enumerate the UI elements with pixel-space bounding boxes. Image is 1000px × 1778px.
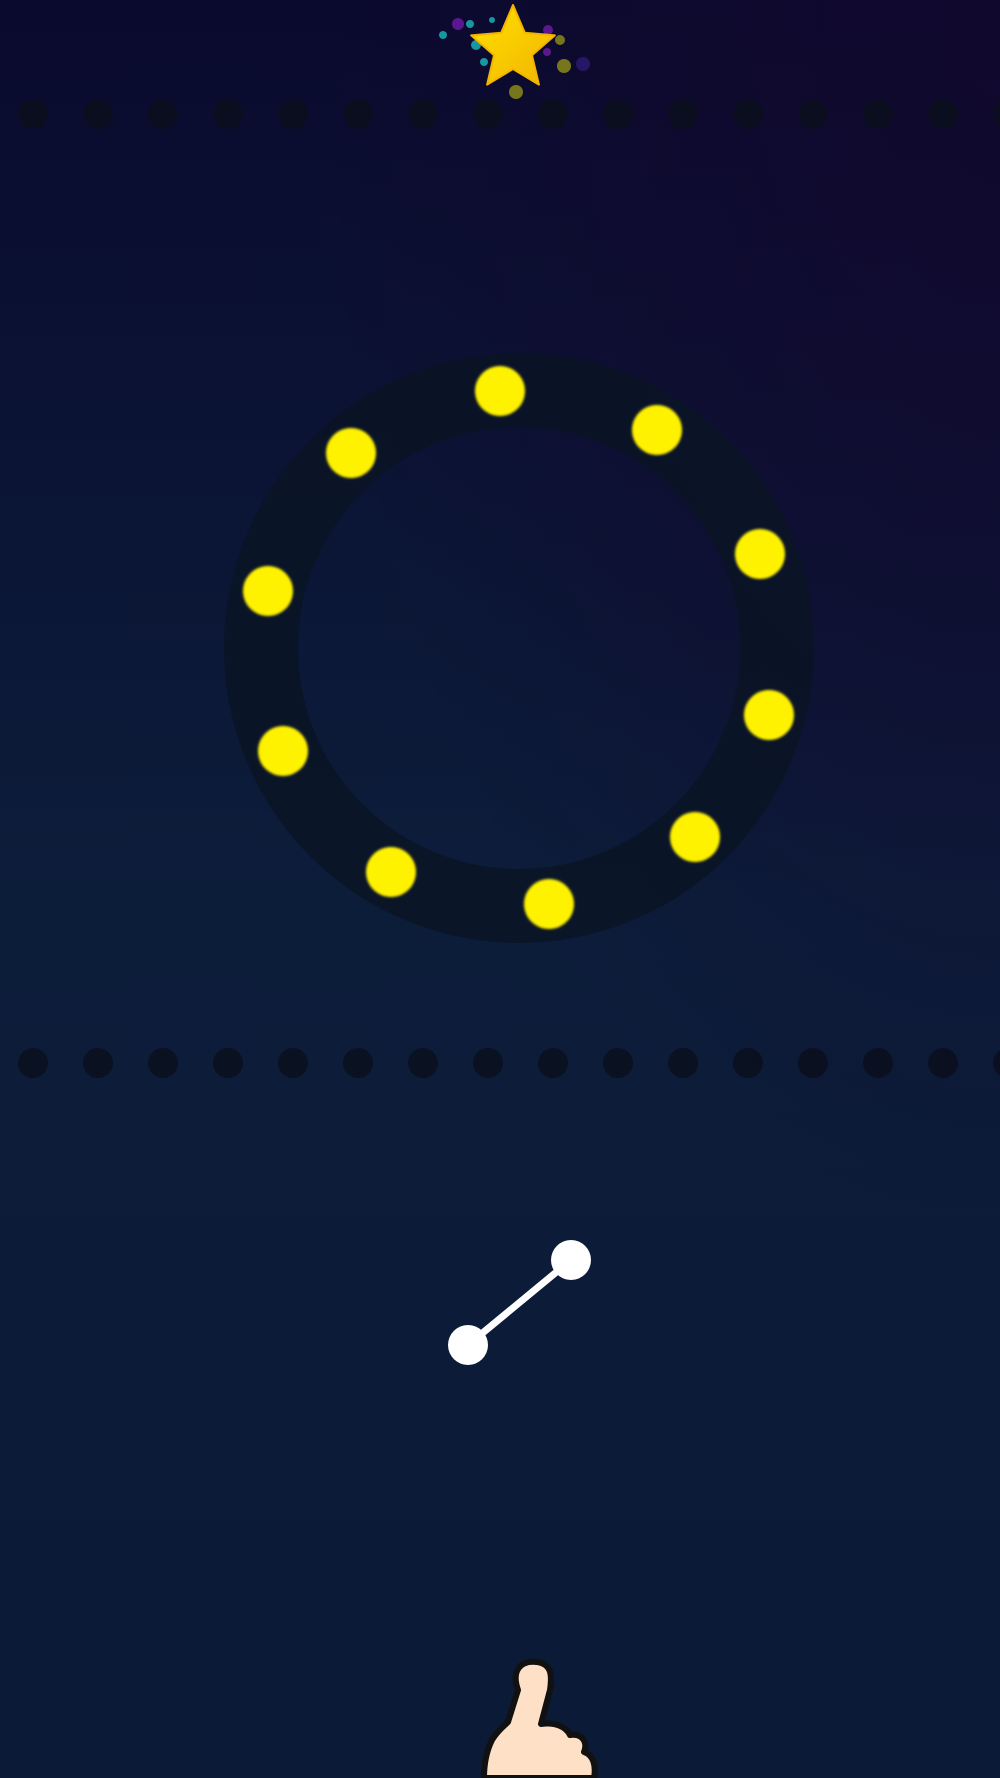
track-dot — [343, 99, 373, 129]
track-dot — [538, 1048, 568, 1078]
player-stick-node[interactable] — [448, 1325, 488, 1365]
track-dot — [213, 99, 243, 129]
track-dot — [668, 1048, 698, 1078]
sparkle — [543, 48, 551, 56]
track-dot — [278, 99, 308, 129]
track-dot — [668, 99, 698, 129]
orbit-ball — [735, 529, 785, 579]
sparkle — [543, 25, 553, 35]
orbit-ball — [243, 566, 293, 616]
track-dot — [408, 1048, 438, 1078]
track-dot — [83, 1048, 113, 1078]
track-dot — [798, 99, 828, 129]
track-dot — [538, 99, 568, 129]
track-dot — [863, 1048, 893, 1078]
track-dot — [278, 1048, 308, 1078]
track-dot — [473, 99, 503, 129]
track-dot — [408, 99, 438, 129]
sparkle — [480, 58, 488, 66]
orbit-ball — [326, 428, 376, 478]
orbit-ball — [670, 812, 720, 862]
player-stick-node[interactable] — [551, 1240, 591, 1280]
sparkle — [576, 57, 590, 71]
sparkle — [489, 17, 495, 23]
track-dot — [928, 1048, 958, 1078]
orbit-ball — [744, 690, 794, 740]
orbit-ball — [475, 366, 525, 416]
sparkle — [557, 59, 571, 73]
track-dot — [928, 99, 958, 129]
track-dot — [148, 99, 178, 129]
track-dot — [603, 99, 633, 129]
sparkle — [466, 20, 474, 28]
track-dot — [733, 99, 763, 129]
game-scene[interactable] — [0, 0, 1000, 1778]
track-dot — [83, 99, 113, 129]
sparkle — [555, 35, 565, 45]
track-dot — [148, 1048, 178, 1078]
track-dot — [213, 1048, 243, 1078]
orbit-ball — [366, 847, 416, 897]
track-dot — [18, 1048, 48, 1078]
track-dot — [798, 1048, 828, 1078]
orbit-ball — [524, 879, 574, 929]
orbit-ball — [258, 726, 308, 776]
track-dot — [343, 1048, 373, 1078]
sparkle — [452, 18, 464, 30]
track-dot — [733, 1048, 763, 1078]
track-dot — [603, 1048, 633, 1078]
orbit-ball — [632, 405, 682, 455]
track-dot — [473, 1048, 503, 1078]
track-dot — [18, 99, 48, 129]
sparkle — [509, 85, 523, 99]
track-dot — [863, 99, 893, 129]
sparkle — [439, 31, 447, 39]
